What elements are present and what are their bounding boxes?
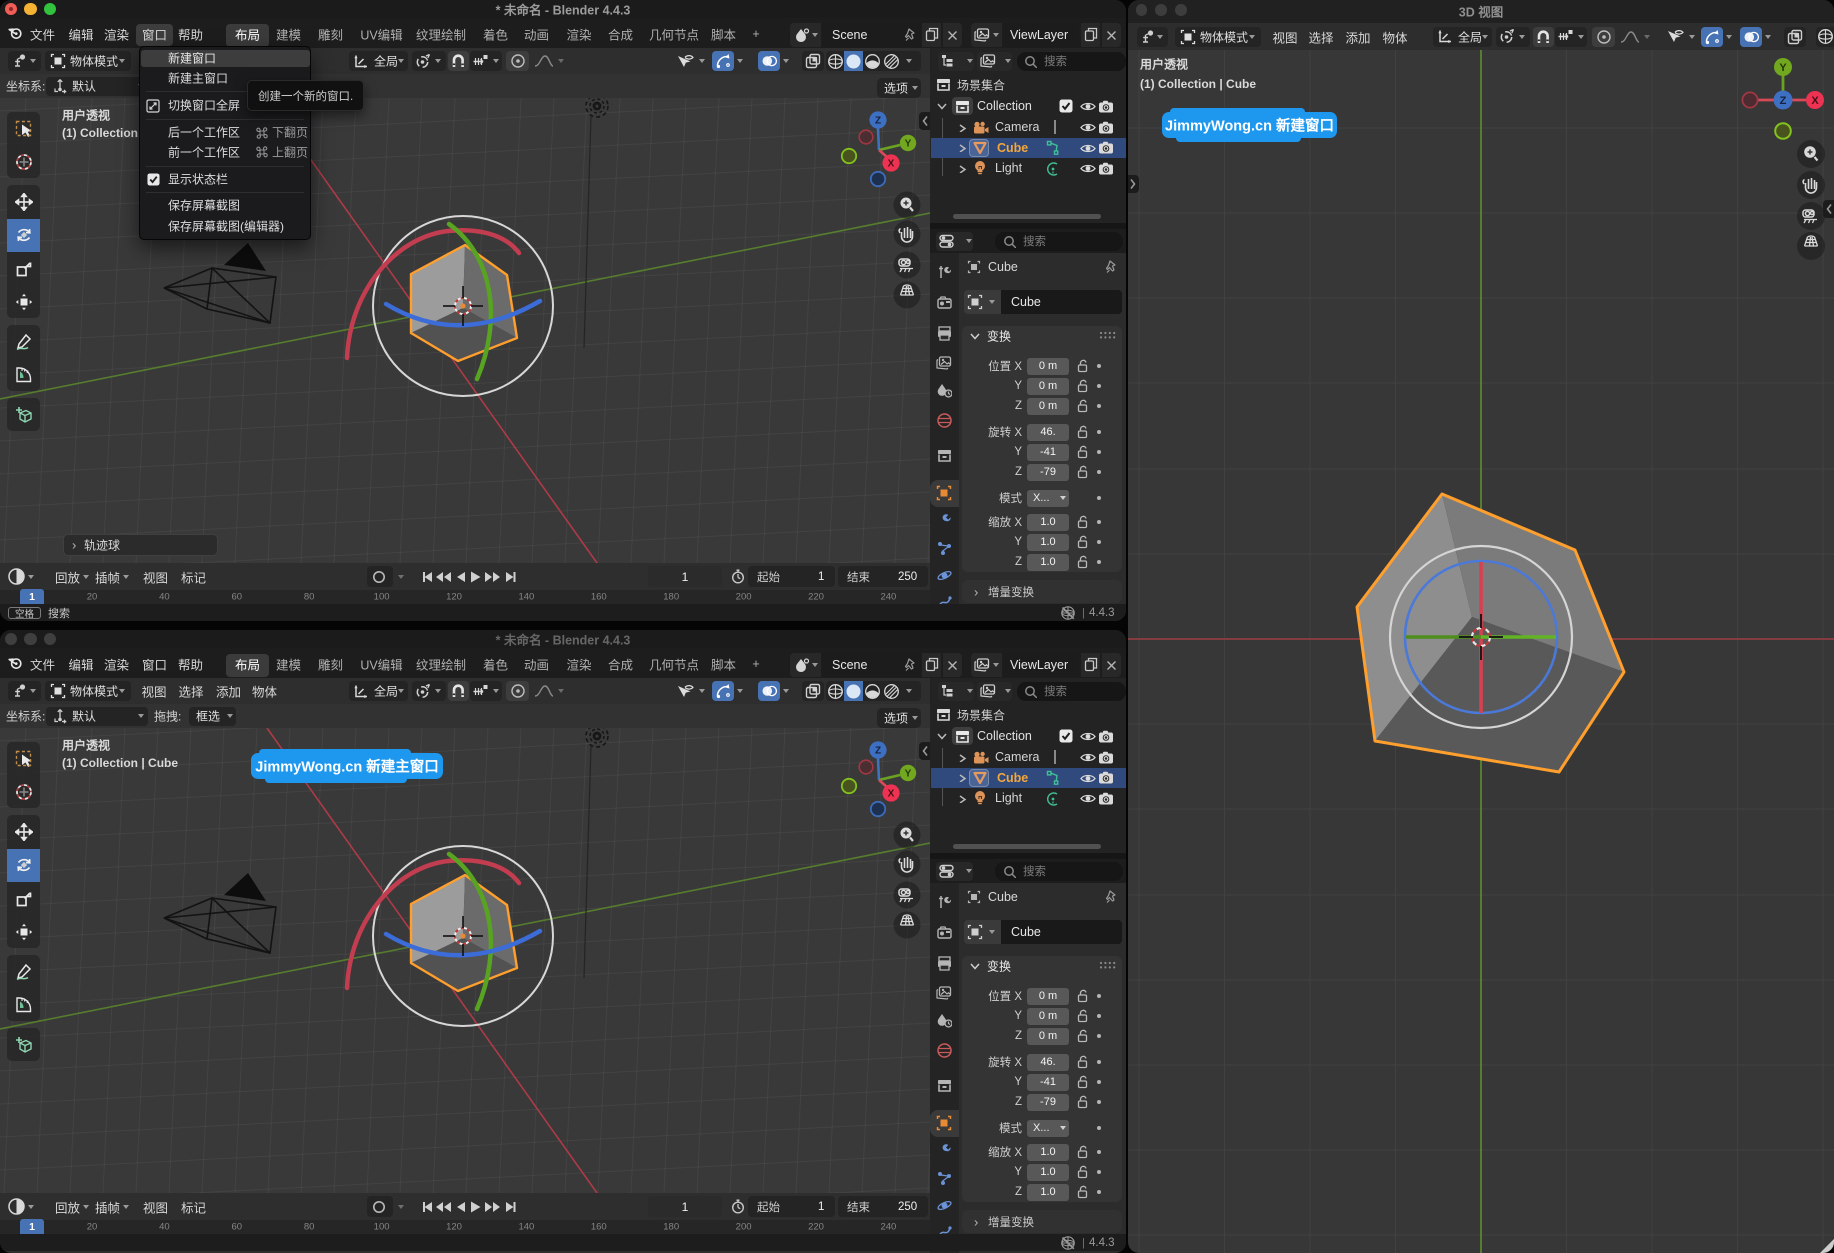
svg-text:X: X [1811, 95, 1819, 107]
svg-text:Z: Z [875, 746, 881, 757]
svg-text:X: X [888, 159, 895, 170]
svg-text:Y: Y [905, 769, 912, 780]
svg-text:X: X [888, 789, 895, 800]
svg-text:Y: Y [1779, 62, 1787, 74]
svg-text:Z: Z [1780, 95, 1787, 107]
svg-text:Y: Y [905, 139, 912, 150]
svg-text:Z: Z [875, 116, 881, 127]
